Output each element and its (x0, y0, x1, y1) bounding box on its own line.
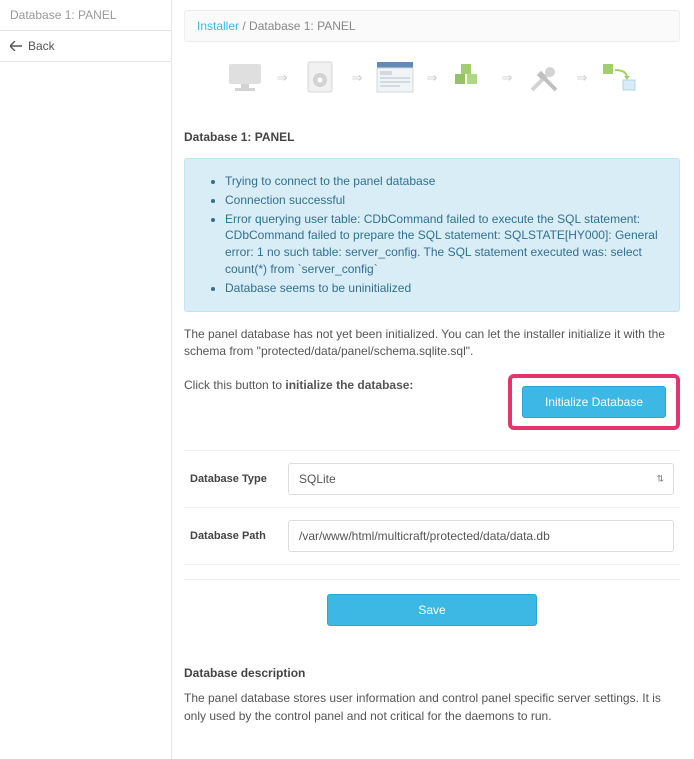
step-arrow-icon: ⇒ (277, 70, 288, 86)
breadcrumb-separator: / (239, 19, 249, 33)
form-row-db-type: Database Type SQLite (184, 451, 680, 508)
save-button[interactable]: Save (327, 594, 537, 626)
flash-item: Trying to connect to the panel database (225, 173, 663, 190)
db-path-input[interactable] (288, 520, 674, 552)
db-type-label: Database Type (190, 473, 276, 485)
breadcrumb-link-installer[interactable]: Installer (197, 19, 239, 33)
gear-document-icon (298, 56, 342, 100)
init-prompt: Click this button to initialize the data… (184, 374, 413, 392)
back-button[interactable]: Back (0, 30, 171, 62)
breadcrumb: Installer / Database 1: PANEL (184, 10, 680, 42)
description-heading: Database description (184, 666, 680, 680)
step-arrow-icon: ⇒ (501, 70, 512, 86)
init-prompt-bold: initialize the database: (285, 378, 413, 392)
step-arrow-icon: ⇒ (427, 70, 438, 86)
cubes-icon (447, 56, 491, 100)
step-arrow-icon: ⇒ (576, 70, 587, 86)
info-paragraph: The panel database has not yet been init… (184, 326, 680, 361)
breadcrumb-current: Database 1: PANEL (249, 19, 356, 33)
init-button-highlight: Initialize Database (508, 374, 680, 430)
description-text: The panel database stores user informati… (184, 690, 680, 725)
window-icon (373, 56, 417, 100)
sidebar-title: Database 1: PANEL (0, 0, 171, 30)
main-content: Installer / Database 1: PANEL ⇒ ⇒ ⇒ ⇒ ⇒ … (172, 0, 694, 759)
transfer-cubes-icon (597, 56, 641, 100)
install-steps: ⇒ ⇒ ⇒ ⇒ ⇒ (184, 42, 680, 124)
init-prompt-text: Click this button to (184, 378, 285, 392)
sidebar: Database 1: PANEL Back (0, 0, 172, 759)
form-row-db-path: Database Path (184, 508, 680, 565)
db-type-select[interactable]: SQLite (288, 463, 674, 495)
db-path-label: Database Path (190, 530, 276, 542)
step-arrow-icon: ⇒ (352, 70, 363, 86)
flash-item: Error querying user table: CDbCommand fa… (225, 211, 663, 278)
flash-message: Trying to connect to the panel database … (184, 158, 680, 312)
page-title: Database 1: PANEL (184, 130, 680, 144)
flash-item: Connection successful (225, 192, 663, 209)
flash-item: Database seems to be uninitialized (225, 280, 663, 297)
initialize-database-button[interactable]: Initialize Database (522, 386, 666, 418)
back-label: Back (28, 39, 55, 53)
tools-icon (522, 56, 566, 100)
back-arrow-icon (10, 41, 22, 51)
monitor-icon (223, 56, 267, 100)
